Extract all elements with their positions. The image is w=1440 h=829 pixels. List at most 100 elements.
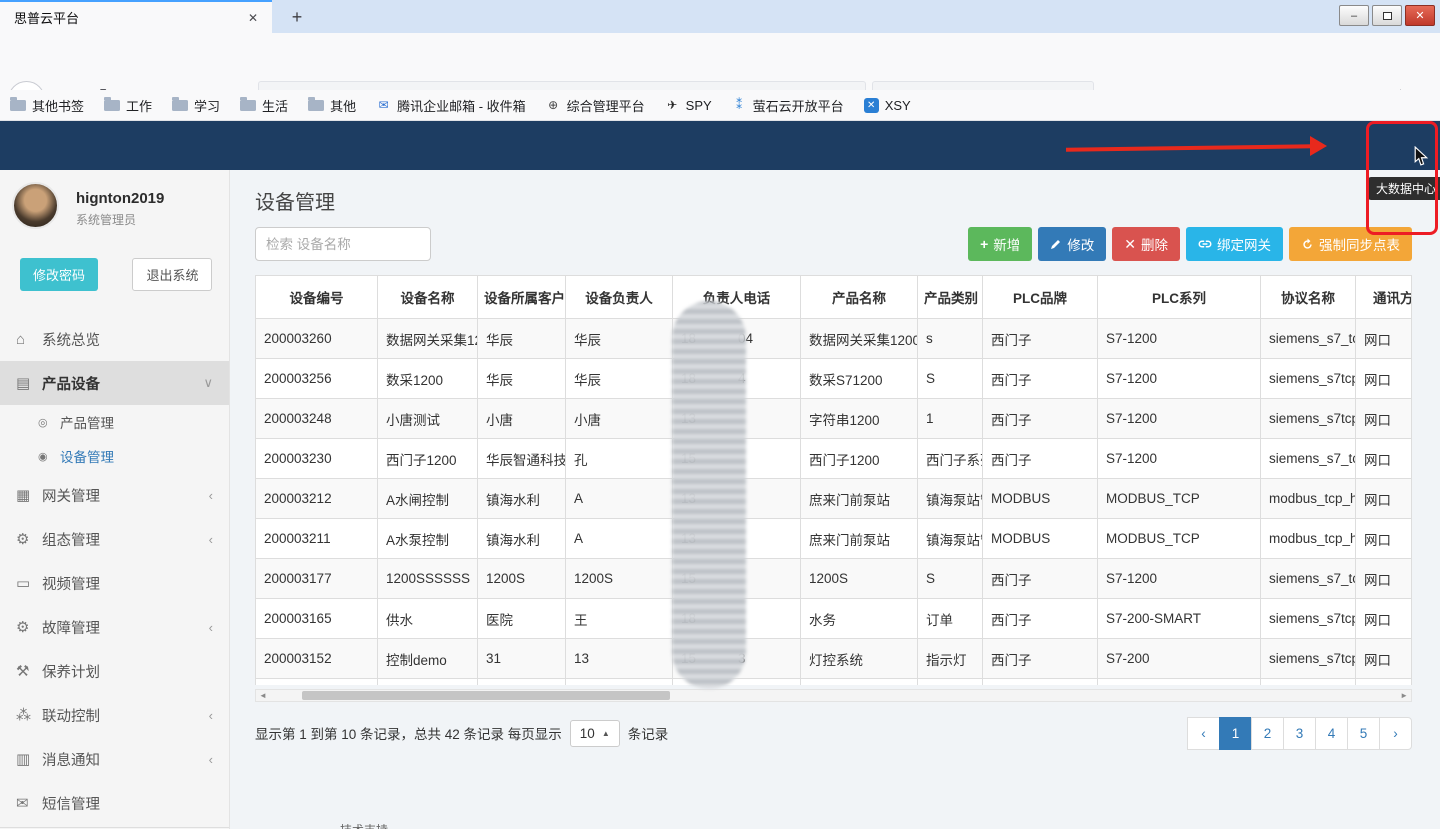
gear-icon: ⚙ bbox=[16, 530, 42, 548]
folder-icon bbox=[308, 100, 324, 111]
sidebar-item-product-device[interactable]: ▤ 产品设备 ∨ bbox=[0, 361, 229, 405]
grid-icon: ▦ bbox=[16, 486, 42, 504]
big-data-center-tooltip: 大数据中心 bbox=[1368, 177, 1440, 200]
sidebar-item-overview[interactable]: ⌂ 系统总览 bbox=[0, 317, 229, 361]
product-icon: ▤ bbox=[16, 374, 42, 392]
pencil-icon bbox=[1050, 238, 1062, 250]
数采1200[interactable]: 200003256 数采1200 华辰 华辰 184 数采S71200 S 西门… bbox=[256, 359, 1413, 399]
edit-button[interactable]: 修改 bbox=[1038, 227, 1106, 261]
bookmark-folder-work[interactable]: 工作 bbox=[104, 96, 152, 115]
horizontal-scrollbar[interactable]: ◄ ► bbox=[255, 689, 1412, 702]
column-header[interactable]: 设备编号 bbox=[256, 276, 378, 319]
plus-icon: + bbox=[980, 236, 988, 252]
column-header[interactable]: 产品名称 bbox=[801, 276, 918, 319]
chevron-icon: ‹ bbox=[209, 488, 213, 503]
monitor-icon: ▭ bbox=[16, 574, 42, 592]
bookmark-folder-life[interactable]: 生活 bbox=[240, 96, 288, 115]
bullseye-dot-icon: ◉ bbox=[38, 450, 60, 463]
home-icon: ⌂ bbox=[16, 331, 42, 348]
x-icon: ✕ bbox=[1124, 236, 1136, 253]
column-header[interactable]: 设备名称 bbox=[378, 276, 478, 319]
A水闸控制[interactable]: 200003212 A水闸控制 镇海水利 A 13 庶来门前泵站 镇海泵站管理 … bbox=[256, 479, 1413, 519]
page-4[interactable]: 4 bbox=[1315, 717, 1348, 750]
供水[interactable]: 200003165 供水 医院 王 18 水务 订单 西门子 S7-200-SM… bbox=[256, 599, 1413, 639]
page-prev[interactable]: ‹ bbox=[1187, 717, 1220, 750]
ezviz-favicon: ⁑ bbox=[732, 98, 747, 113]
mouse-cursor-icon bbox=[1414, 146, 1429, 167]
column-header[interactable]: 设备所属客户 bbox=[478, 276, 566, 319]
sidebar-item-video-mgmt[interactable]: ▭ 视频管理 bbox=[0, 561, 229, 605]
西门子1200[interactable]: 200003230 西门子1200 华辰智通科技 孔 15 西门子1200 西门… bbox=[256, 439, 1413, 479]
sidebar-item-device-mgmt[interactable]: ◉ 设备管理 bbox=[0, 439, 229, 473]
sidebar-menu: ⌂ 系统总览 ▤ 产品设备 ∨ ◎ 产品管理 ◉ 设备管理 ▦ bbox=[0, 317, 229, 825]
scroll-left-icon[interactable]: ◄ bbox=[259, 690, 267, 701]
logout-button[interactable]: 退出系统 bbox=[132, 258, 212, 291]
bullseye-icon: ◎ bbox=[38, 416, 60, 429]
A水泵控制[interactable]: 200003211 A水泵控制 镇海水利 A 13 庶来门前泵站 镇海泵站管理 … bbox=[256, 519, 1413, 559]
sidebar-item-sms-mgmt[interactable]: ✉ 短信管理 bbox=[0, 781, 229, 825]
news-icon: ▥ bbox=[16, 750, 42, 768]
bookmark-mgmt-platform[interactable]: ⊕ 综合管理平台 bbox=[546, 96, 645, 115]
sidebar-item-message-notify[interactable]: ▥ 消息通知 ‹ bbox=[0, 737, 229, 781]
bind-gateway-button[interactable]: 绑定网关 bbox=[1186, 227, 1283, 261]
sidebar-item-maintenance-plan[interactable]: ⚒ 保养计划 bbox=[0, 649, 229, 693]
column-header[interactable]: 协议名称 bbox=[1261, 276, 1356, 319]
bookmark-xsy[interactable]: ✕ XSY bbox=[864, 98, 911, 113]
column-header[interactable]: PLC品牌 bbox=[983, 276, 1098, 319]
pagination-summary: 显示第 1 到第 10 条记录，总共 42 条记录 每页显示 10 ▲ 条记录 bbox=[255, 720, 668, 747]
window-minimize-button[interactable]: – bbox=[1339, 5, 1369, 26]
column-header[interactable]: PLC系列 bbox=[1098, 276, 1261, 319]
chevron-icon: ‹ bbox=[209, 532, 213, 547]
delete-button[interactable]: ✕ 删除 bbox=[1112, 227, 1180, 261]
tab-title: 思普云平台 bbox=[14, 8, 244, 27]
window-close-button[interactable]: ✕ bbox=[1405, 5, 1435, 26]
page-next[interactable]: › bbox=[1379, 717, 1412, 750]
scrollbar-thumb[interactable] bbox=[302, 691, 670, 700]
device-search-input[interactable] bbox=[255, 227, 431, 261]
page-3[interactable]: 3 bbox=[1283, 717, 1316, 750]
avatar[interactable] bbox=[12, 182, 59, 229]
pager: ‹12345› bbox=[1188, 717, 1412, 750]
page-size-select[interactable]: 10 ▲ bbox=[570, 720, 620, 747]
column-header[interactable]: 产品类别 bbox=[918, 276, 983, 319]
bookmark-folder-study[interactable]: 学习 bbox=[172, 96, 220, 115]
wrench-icon: ⚒ bbox=[16, 662, 42, 680]
sidebar-item-linkage-control[interactable]: ⁂ 联动控制 ‹ bbox=[0, 693, 229, 737]
sidebar-item-gateway-mgmt[interactable]: ▦ 网关管理 ‹ bbox=[0, 473, 229, 517]
04测[interactable]: 200003149 04测 04测 04测 1588 04测 04测 MODBU… bbox=[256, 679, 1413, 686]
change-password-button[interactable]: 修改密码 bbox=[20, 258, 98, 291]
tab-close-icon[interactable]: ✕ bbox=[244, 9, 262, 27]
chevron-icon: ‹ bbox=[209, 708, 213, 723]
user-role: 系统管理员 bbox=[76, 211, 215, 228]
page-2[interactable]: 2 bbox=[1251, 717, 1284, 750]
sidebar-item-config-mgmt[interactable]: ⚙ 组态管理 ‹ bbox=[0, 517, 229, 561]
browser-tab[interactable]: 思普云平台 ✕ bbox=[0, 0, 272, 33]
screen: 思普云平台 ✕ + – ✕ ← → ↻ ⌂ iot.idosp.net/admi… bbox=[0, 0, 1440, 829]
sidebar-item-fault-mgmt[interactable]: ⚙ 故障管理 ‹ bbox=[0, 605, 229, 649]
force-sync-button[interactable]: 强制同步点表 bbox=[1289, 227, 1412, 261]
page-title: 设备管理 bbox=[255, 186, 335, 215]
new-tab-button[interactable]: + bbox=[284, 5, 310, 29]
控制demo[interactable]: 200003152 控制demo 31 13 153 灯控系统 指示灯 西门子 … bbox=[256, 639, 1413, 679]
page-1[interactable]: 1 bbox=[1219, 717, 1252, 750]
xsy-favicon: ✕ bbox=[864, 98, 879, 113]
1200SSSSSS[interactable]: 200003177 1200SSSSSS 1200S 1200S 15 1200… bbox=[256, 559, 1413, 599]
column-header[interactable]: 通讯方式 bbox=[1356, 276, 1413, 319]
scroll-right-icon[interactable]: ► bbox=[1400, 690, 1408, 701]
bookmark-spy[interactable]: ✈ SPY bbox=[665, 98, 712, 113]
column-header[interactable]: 设备负责人 bbox=[566, 276, 673, 319]
bookmark-tencent-mail[interactable]: ✉ 腾讯企业邮箱 - 收件箱 bbox=[376, 96, 526, 115]
bookmark-folder-misc[interactable]: 其他 bbox=[308, 96, 356, 115]
sidebar: hignton2019 系统管理员 修改密码 退出系统 ⌂ 系统总览 ▤ 产品设… bbox=[0, 170, 230, 829]
action-toolbar: + 新增 修改 ✕ 删除 绑定网关 强制同步点表 bbox=[255, 227, 1412, 261]
window-restore-button[interactable] bbox=[1372, 5, 1402, 26]
小唐测试[interactable]: 200003248 小唐测试 小唐 小唐 13 字符串1200 1 西门子 S7… bbox=[256, 399, 1413, 439]
sidebar-item-product-mgmt[interactable]: ◎ 产品管理 bbox=[0, 405, 229, 439]
bookmark-ezviz[interactable]: ⁑ 萤石云开放平台 bbox=[732, 96, 844, 115]
bookmark-folder-other-bookmarks[interactable]: 其他书签 bbox=[10, 96, 84, 115]
sidebar-divider bbox=[0, 827, 229, 828]
add-button[interactable]: + 新增 bbox=[968, 227, 1032, 261]
page-5[interactable]: 5 bbox=[1347, 717, 1380, 750]
user-name: hignton2019 bbox=[76, 184, 215, 207]
数据网关采集1200[interactable]: 200003260 数据网关采集1200 华辰 华辰 1804 数据网关采集12… bbox=[256, 319, 1413, 359]
